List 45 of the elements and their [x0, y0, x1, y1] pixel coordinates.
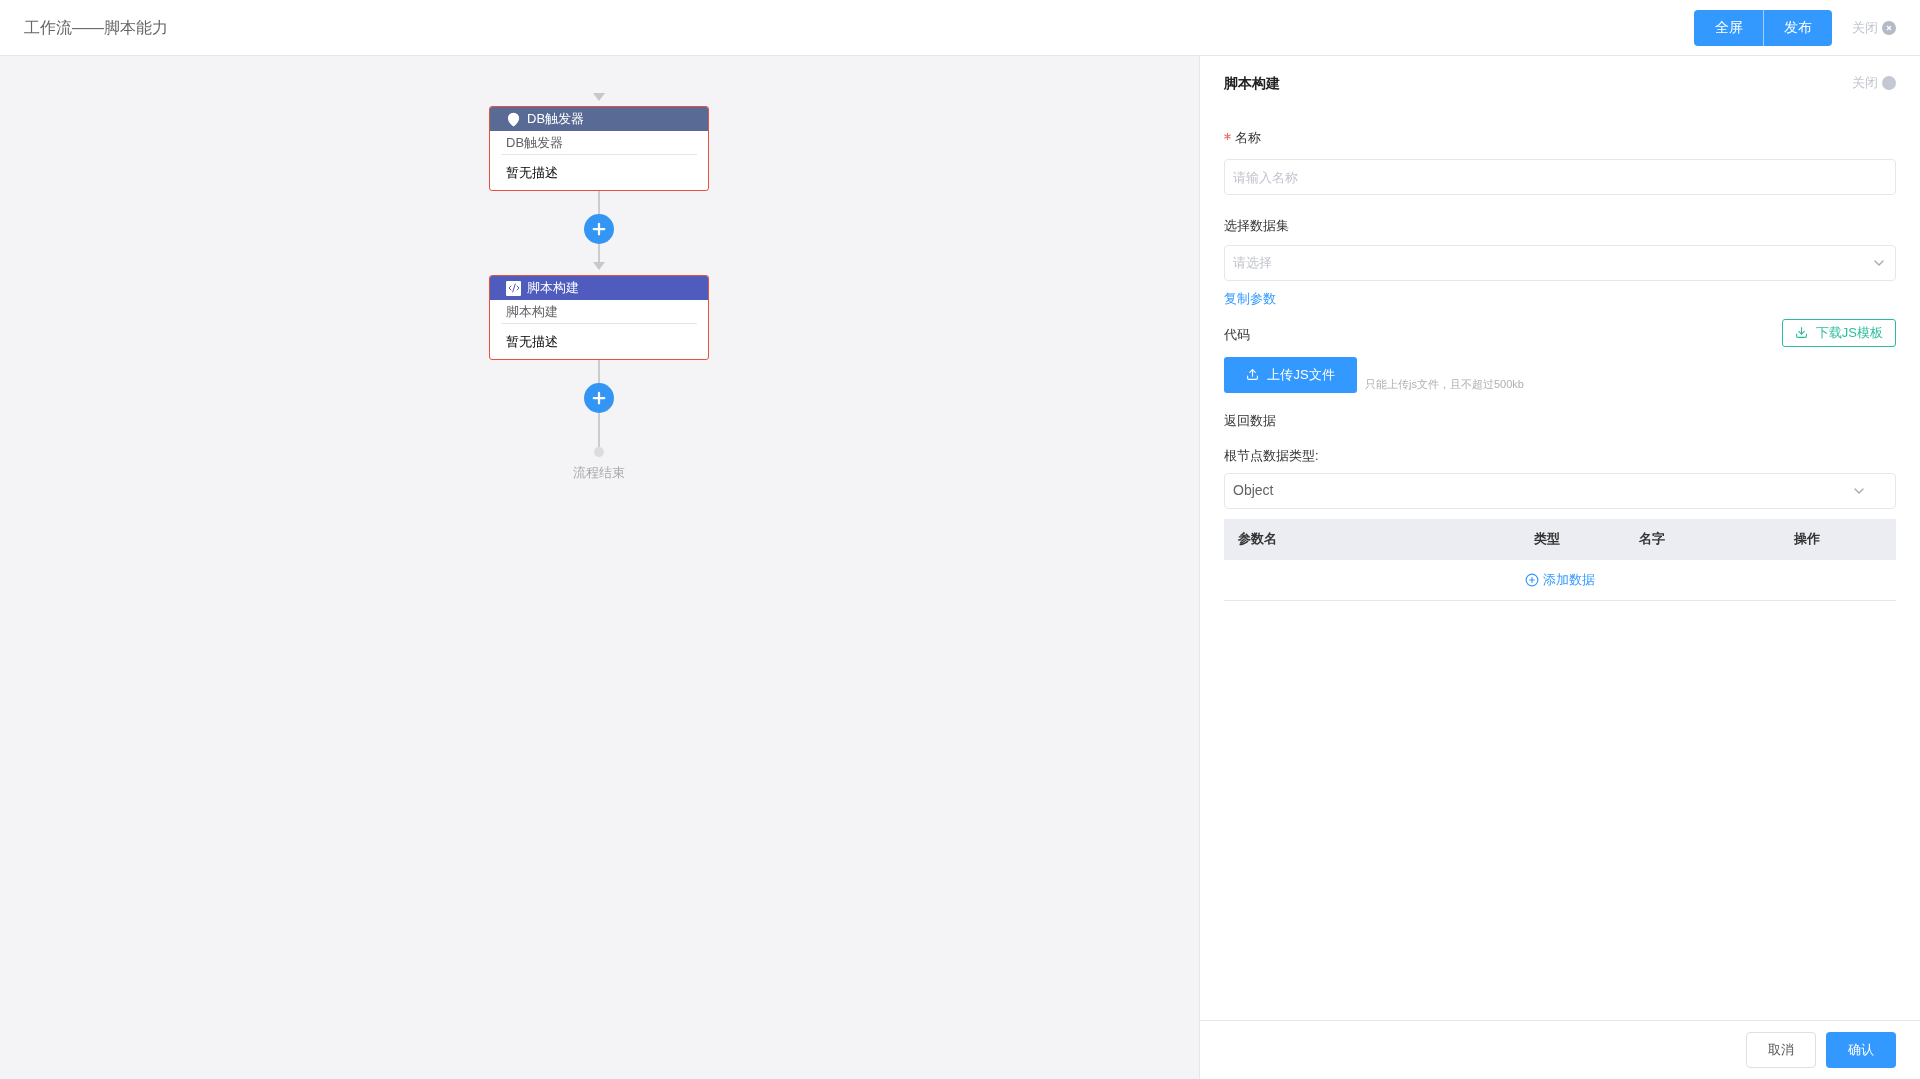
upload-icon: [1246, 368, 1260, 381]
field-label: 根节点数据类型:: [1224, 447, 1320, 465]
circle-plus-icon: [1525, 572, 1539, 587]
section-label: 返回数据: [1224, 411, 1277, 430]
header-button[interactable]: 全屏: [1694, 9, 1763, 46]
end-label: 流程结束: [573, 464, 625, 482]
location-pin-icon: [506, 111, 521, 127]
panel-close-button[interactable]: 关闭: [1852, 73, 1896, 93]
header-button[interactable]: 发布: [1763, 9, 1832, 46]
upload-file-button[interactable]: 上传JS文件: [1224, 356, 1357, 393]
confirm-button[interactable]: 确认: [1826, 1032, 1896, 1068]
dataset-select[interactable]: 请选择: [1224, 245, 1896, 281]
column-header: 类型: [1534, 530, 1561, 549]
flow-node-card[interactable]: DB触发器 DB触发器 暂无描述: [489, 106, 709, 191]
code-icon: [506, 280, 521, 296]
plus-icon: [590, 220, 608, 238]
close-button[interactable]: 关闭: [1852, 17, 1896, 38]
field-label: 选择数据集: [1224, 217, 1290, 235]
end-point-icon: [594, 447, 604, 457]
download-icon: [1794, 326, 1808, 339]
add-node-button[interactable]: [584, 383, 614, 413]
upload-hint: 只能上传js文件，且不超过500kb: [1365, 377, 1524, 392]
node-title: DB触发器: [527, 110, 585, 129]
node-description: 暂无描述: [505, 333, 559, 351]
node-description: 暂无描述: [505, 164, 559, 182]
column-header: 名字: [1638, 530, 1666, 549]
panel-title: 脚本构建: [1224, 73, 1280, 93]
column-header: 操作: [1794, 530, 1821, 549]
page-title: 工作流——脚本能力: [24, 17, 168, 38]
field-label: 代码: [1224, 326, 1250, 344]
copy-params-link[interactable]: 复制参数: [1224, 289, 1276, 309]
node-title: 脚本构建: [527, 279, 579, 298]
node-name: DB触发器: [501, 131, 697, 155]
plus-icon: [590, 389, 608, 407]
add-data-link[interactable]: 添加数据: [1525, 569, 1595, 590]
root-type-select[interactable]: Object: [1224, 472, 1896, 509]
flow-node-card[interactable]: 脚本构建 脚本构建 暂无描述: [489, 275, 709, 360]
name-input-field[interactable]: 请输入名称: [1224, 159, 1896, 195]
download-template-button[interactable]: 下载JS模板: [1781, 318, 1896, 347]
close-icon: [1882, 20, 1896, 35]
node-name: 脚本构建: [501, 300, 697, 324]
cancel-button[interactable]: 取消: [1746, 1032, 1816, 1068]
field-label: 名称: [1235, 129, 1261, 148]
add-node-button[interactable]: [584, 214, 614, 244]
column-header: 参数名: [1237, 530, 1278, 549]
